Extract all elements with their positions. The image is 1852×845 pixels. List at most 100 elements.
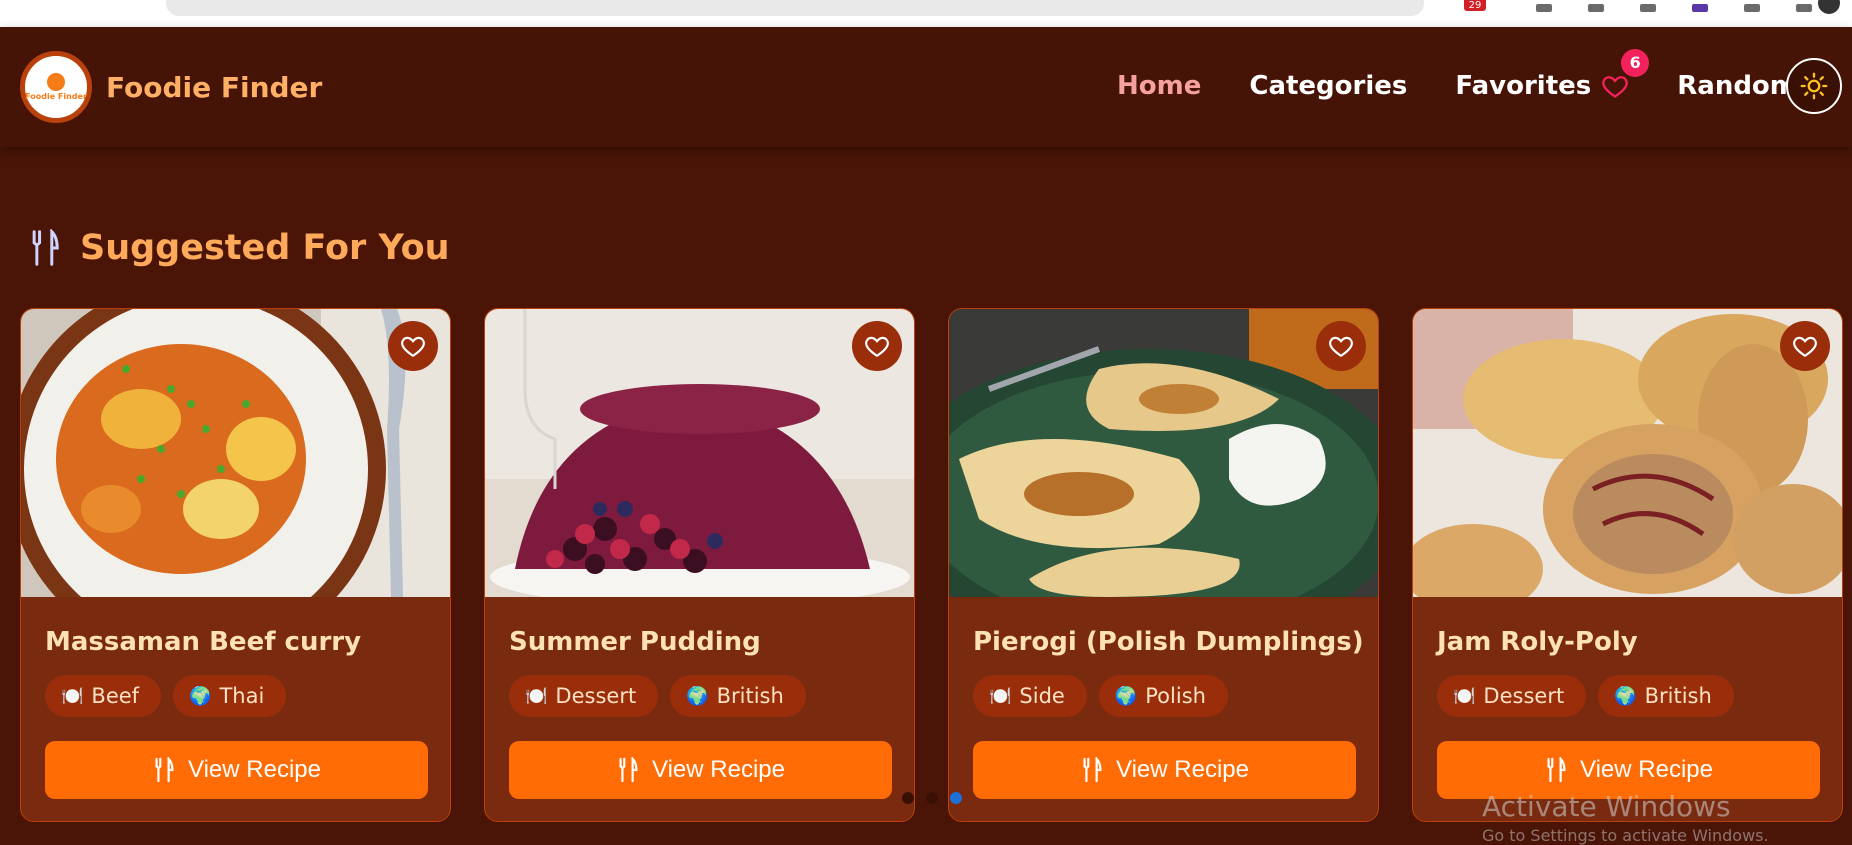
heart-icon — [401, 336, 425, 358]
recipe-image[interactable] — [21, 309, 450, 597]
view-recipe-label: View Recipe — [1116, 756, 1249, 783]
area-label: Polish — [1145, 684, 1206, 708]
extension-icon[interactable] — [1744, 4, 1760, 12]
nav-categories[interactable]: Categories — [1249, 71, 1407, 101]
food-photo — [1413, 309, 1842, 597]
extension-icon[interactable] — [1692, 4, 1708, 12]
recipe-card[interactable]: Massaman Beef curry 🍽️ Beef 🌍 Thai View Re… — [20, 308, 451, 822]
view-recipe-button[interactable]: View Recipe — [509, 741, 892, 799]
recipe-card[interactable]: Jam Roly-Poly 🍽️ Dessert 🌍 British View Re… — [1412, 308, 1843, 822]
utensils-icon — [619, 757, 638, 783]
utensils-icon — [32, 229, 59, 266]
nav-favorites[interactable]: Favorites 6 — [1455, 49, 1650, 101]
extension-icon[interactable] — [1640, 4, 1656, 12]
brand[interactable]: Foodie Finder Foodie Finder — [20, 51, 322, 123]
food-photo — [485, 309, 914, 597]
plate-icon: 🍽️ — [61, 685, 84, 707]
view-recipe-label: View Recipe — [1580, 756, 1713, 783]
area-tag: 🌍 British — [1598, 675, 1734, 717]
heart-icon — [865, 336, 889, 358]
category-label: Dessert — [555, 684, 637, 708]
carousel-dots — [902, 792, 962, 804]
extension-badge[interactable]: 29 — [1464, 0, 1486, 11]
globe-icon: 🌍 — [686, 685, 709, 707]
area-label: British — [1644, 684, 1712, 708]
heart-icon — [1329, 336, 1353, 358]
area-tag: 🌍 Thai — [173, 675, 287, 717]
view-recipe-button[interactable]: View Recipe — [45, 741, 428, 799]
category-tag: 🍽️ Dessert — [1437, 675, 1587, 717]
category-tag: 🍽️ Beef — [45, 675, 162, 717]
view-recipe-button[interactable]: View Recipe — [973, 741, 1356, 799]
view-recipe-label: View Recipe — [652, 756, 785, 783]
carousel-dot-active[interactable] — [950, 792, 962, 804]
utensils-icon — [155, 757, 174, 783]
recipe-card[interactable]: Summer Pudding 🍽️ Dessert 🌍 British View R… — [484, 308, 915, 822]
recipe-image[interactable] — [949, 309, 1378, 597]
nav-random[interactable]: Random — [1677, 71, 1797, 101]
recipe-tags: 🍽️ Side 🌍 Polish — [973, 675, 1228, 717]
area-tag: 🌍 Polish — [1098, 675, 1228, 717]
category-tag: 🍽️ Side — [973, 675, 1087, 717]
browser-chrome: 29 — [0, 0, 1852, 27]
logo-text: Foodie Finder — [25, 92, 87, 101]
utensils-icon — [1083, 757, 1102, 783]
sun-icon — [1800, 72, 1828, 100]
profile-avatar[interactable] — [1818, 0, 1840, 14]
category-label: Side — [1019, 684, 1065, 708]
chef-hat-icon — [47, 73, 65, 91]
nav-favorites-label[interactable]: Favorites — [1455, 71, 1591, 101]
recipe-card[interactable]: Pierogi (Polish Dumplings) 🍽️ Side 🌍 Polis… — [948, 308, 1379, 822]
nav-links: Home Categories Favorites 6 Random — [1117, 49, 1845, 101]
extension-icon[interactable] — [1536, 4, 1552, 12]
recipe-carousel: Massaman Beef curry 🍽️ Beef 🌍 Thai View Re… — [20, 308, 1852, 826]
recipe-title[interactable]: Pierogi (Polish Dumplings) — [973, 627, 1364, 657]
category-tag: 🍽️ Dessert — [509, 675, 659, 717]
brand-logo[interactable]: Foodie Finder — [20, 51, 92, 123]
recipe-tags: 🍽️ Dessert 🌍 British — [1437, 675, 1734, 717]
heart-icon — [1602, 76, 1629, 98]
food-photo — [949, 309, 1378, 597]
plate-icon: 🍽️ — [1453, 685, 1476, 707]
recipe-tags: 🍽️ Dessert 🌍 British — [509, 675, 806, 717]
favorite-button[interactable] — [388, 321, 438, 371]
section-header: Suggested For You — [28, 228, 450, 268]
carousel-dot[interactable] — [902, 792, 914, 804]
favorite-button[interactable] — [852, 321, 902, 371]
favorite-button[interactable] — [1316, 321, 1366, 371]
heart-icon — [1793, 336, 1817, 358]
extension-icon[interactable] — [1588, 4, 1604, 12]
area-label: Thai — [219, 684, 265, 708]
browser-toolbar-icons — [1536, 0, 1812, 16]
view-recipe-label: View Recipe — [188, 756, 321, 783]
activate-windows-subtitle: Go to Settings to activate Windows. — [1482, 826, 1769, 845]
address-bar[interactable] — [166, 0, 1424, 16]
activate-windows-watermark: Activate Windows — [1482, 790, 1731, 823]
globe-icon: 🌍 — [189, 685, 212, 707]
food-photo — [21, 309, 450, 597]
plate-icon: 🍽️ — [525, 685, 548, 707]
recipe-image[interactable] — [485, 309, 914, 597]
recipe-title[interactable]: Massaman Beef curry — [45, 627, 361, 657]
brand-name[interactable]: Foodie Finder — [106, 71, 322, 104]
area-tag: 🌍 British — [670, 675, 806, 717]
favorite-button[interactable] — [1780, 321, 1830, 371]
area-label: British — [716, 684, 784, 708]
recipe-title[interactable]: Jam Roly-Poly — [1437, 627, 1638, 657]
plate-icon: 🍽️ — [989, 685, 1012, 707]
globe-icon: 🌍 — [1114, 685, 1138, 707]
recipe-image[interactable] — [1413, 309, 1842, 597]
recipe-title[interactable]: Summer Pudding — [509, 627, 761, 657]
utensils-icon — [1547, 757, 1566, 783]
category-label: Beef — [91, 684, 140, 708]
favorites-count-badge: 6 — [1621, 49, 1650, 77]
navbar: Foodie Finder Foodie Finder Home Categor… — [0, 27, 1852, 147]
theme-toggle-button[interactable] — [1786, 58, 1842, 114]
carousel-dot[interactable] — [926, 792, 938, 804]
recipe-tags: 🍽️ Beef 🌍 Thai — [45, 675, 287, 717]
section-title: Suggested For You — [80, 228, 450, 268]
extension-icon[interactable] — [1796, 4, 1812, 12]
globe-icon: 🌍 — [1614, 685, 1637, 707]
category-label: Dessert — [1483, 684, 1565, 708]
nav-home[interactable]: Home — [1117, 71, 1201, 101]
